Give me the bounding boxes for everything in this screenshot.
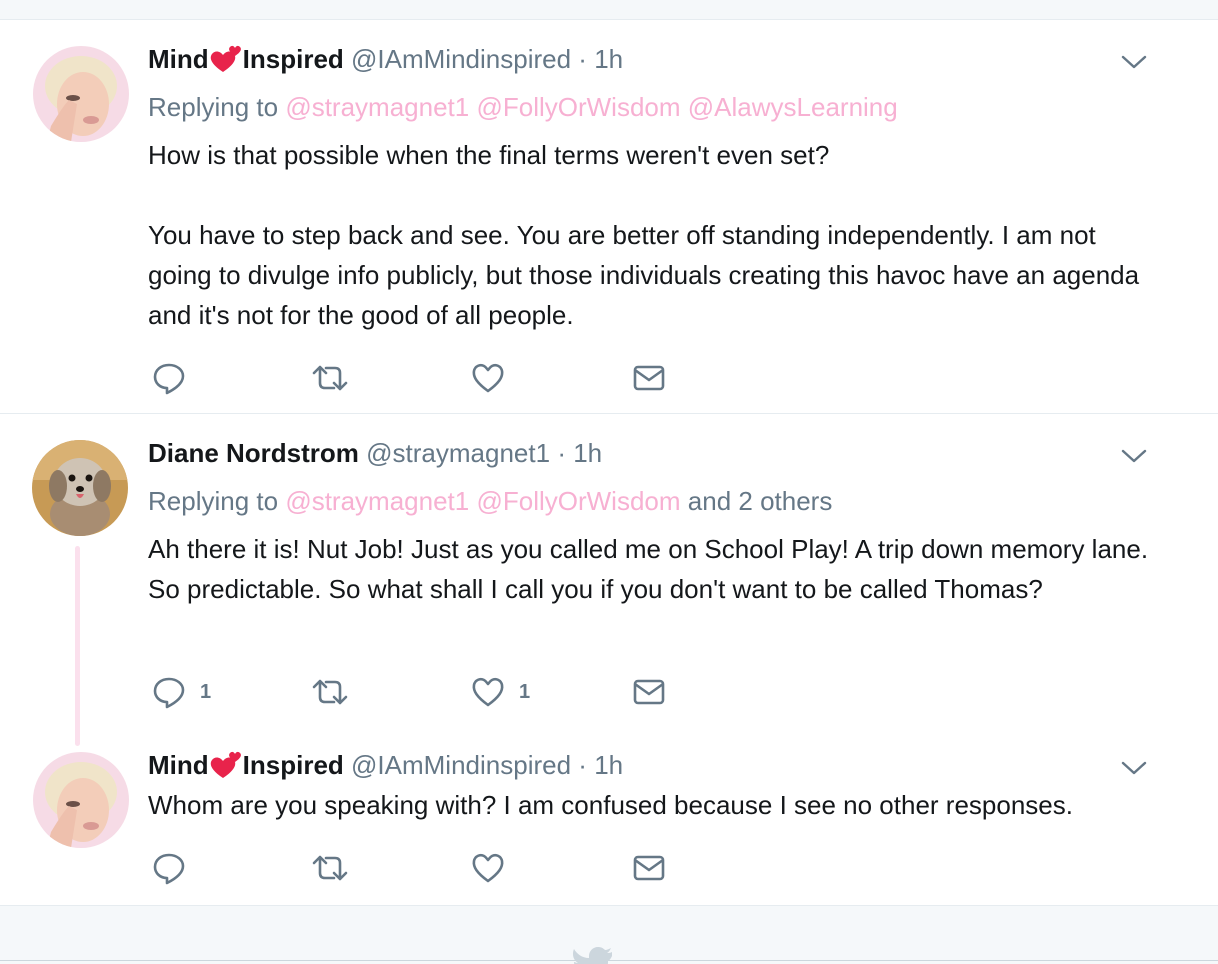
heart-outline-icon [472, 363, 504, 393]
envelope-icon [633, 679, 665, 705]
tweet-paragraph: Ah there it is! Nut Job! Just as you cal… [148, 534, 1149, 604]
replying-to-line: Replying to @straymagnet1 @FollyOrWisdom… [148, 485, 832, 517]
reply-button[interactable] [152, 851, 200, 885]
page-bottom-edge [0, 960, 1218, 961]
heart-outline-icon [472, 853, 504, 883]
mention-link[interactable]: @AlawysLearning [688, 92, 898, 122]
retweet-button[interactable] [310, 851, 350, 885]
two-hearts-emoji-icon [209, 750, 243, 780]
chevron-down-icon[interactable] [1120, 446, 1148, 466]
tweet-paragraph: You have to step back and see. You are b… [148, 220, 1140, 330]
display-name[interactable]: Diane Nordstrom [148, 438, 359, 468]
chevron-down-icon[interactable] [1120, 52, 1148, 72]
mention-link[interactable]: @FollyOrWisdom [476, 92, 680, 122]
user-handle[interactable]: @IAmMindinspired [351, 750, 571, 780]
reply-count: 1 [200, 680, 212, 703]
envelope-icon [633, 855, 665, 881]
display-name[interactable]: Mind Inspired [148, 750, 344, 780]
tweet-header: Diane Nordstrom @straymagnet1 · 1h [148, 437, 602, 469]
speech-bubble-icon [153, 363, 185, 395]
separator: · [578, 44, 587, 74]
retweet-button[interactable] [310, 675, 350, 709]
replying-label: Replying to [148, 486, 279, 516]
tweet-header: Mind Inspired @IAmMindinspired · 1h [148, 43, 623, 75]
avatar[interactable] [33, 752, 129, 848]
tweet-text: How is that possible when the final term… [148, 135, 1158, 335]
retweet-button[interactable] [310, 361, 350, 395]
tweet-text: Ah there it is! Nut Job! Just as you cal… [148, 529, 1158, 609]
like-button[interactable] [471, 851, 519, 885]
mention-link[interactable]: @FollyOrWisdom [476, 486, 680, 516]
mention-link[interactable]: @straymagnet1 [285, 92, 469, 122]
timestamp[interactable]: 1h [594, 44, 623, 74]
retweet-arrows-icon [312, 855, 348, 881]
avatar[interactable] [32, 440, 128, 536]
separator: · [557, 438, 566, 468]
mention-link[interactable]: @straymagnet1 [285, 486, 469, 516]
thread-connector [75, 546, 80, 746]
speech-bubble-icon [153, 677, 185, 709]
tweet-divider [0, 413, 1218, 414]
reply-button[interactable] [152, 361, 200, 395]
retweet-arrows-icon [312, 679, 348, 705]
like-count: 1 [519, 680, 531, 703]
user-handle[interactable]: @IAmMindinspired [351, 44, 571, 74]
speech-bubble-icon [153, 853, 185, 885]
retweet-arrows-icon [312, 365, 348, 391]
chevron-down-icon[interactable] [1120, 758, 1148, 778]
two-hearts-emoji-icon [209, 44, 243, 74]
envelope-icon [633, 365, 665, 391]
timestamp[interactable]: 1h [594, 750, 623, 780]
display-name[interactable]: Mind Inspired [148, 44, 344, 74]
like-button[interactable] [471, 361, 519, 395]
heart-outline-icon [472, 677, 504, 707]
direct-message-button[interactable] [633, 851, 665, 885]
timestamp[interactable]: 1h [573, 438, 602, 468]
replying-label: Replying to [148, 92, 279, 122]
twitter-bird-icon [572, 944, 612, 964]
tweet-paragraph: Whom are you speaking with? I am confuse… [148, 790, 1073, 820]
tweet-text: Whom are you speaking with? I am confuse… [148, 785, 1158, 825]
direct-message-button[interactable] [633, 675, 665, 709]
direct-message-button[interactable] [633, 361, 665, 395]
like-button[interactable]: 1 [471, 675, 530, 709]
replying-to-line: Replying to @straymagnet1 @FollyOrWisdom… [148, 91, 898, 123]
tweet-paragraph: How is that possible when the final term… [148, 140, 830, 170]
timeline-top-strip [0, 0, 1218, 20]
user-handle[interactable]: @straymagnet1 [366, 438, 550, 468]
separator: · [578, 750, 587, 780]
avatar[interactable] [33, 46, 129, 142]
others-link[interactable]: and 2 others [688, 486, 833, 516]
tweet-header: Mind Inspired @IAmMindinspired · 1h [148, 749, 623, 781]
reply-button[interactable]: 1 [152, 675, 211, 709]
